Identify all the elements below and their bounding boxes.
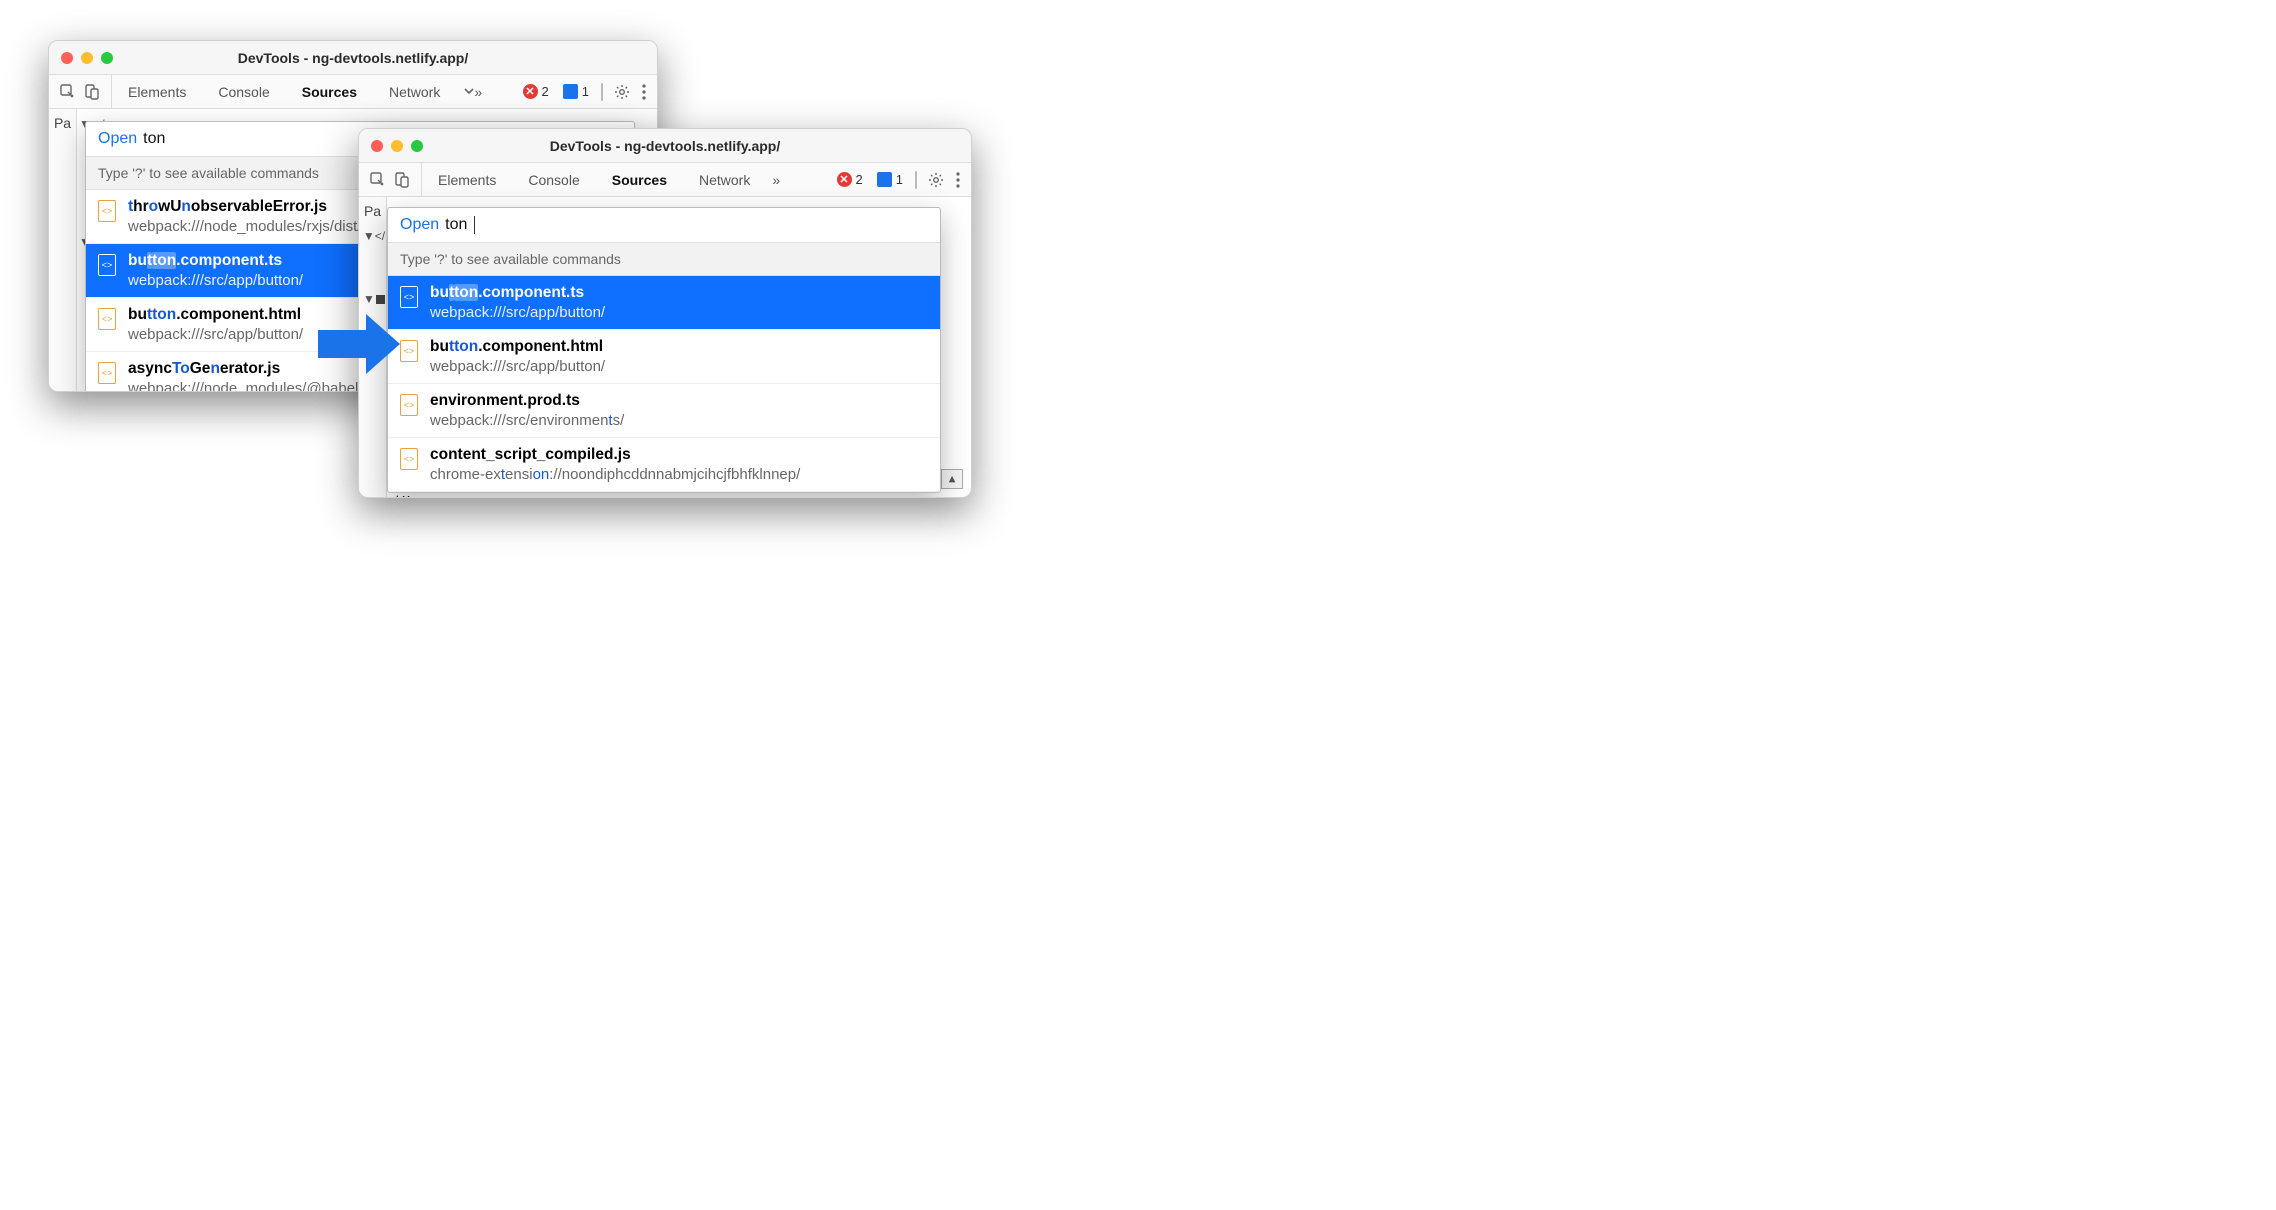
error-count: 2 [856,172,863,187]
open-label: Open [400,216,439,234]
more-tabs-icon[interactable]: » [456,84,488,100]
tab-network[interactable]: Network [683,163,766,196]
popup-search-input[interactable]: Open ton [388,208,940,242]
result-title: content_script_compiled.js [430,446,928,464]
error-badge[interactable]: ✕ 2 [521,84,551,99]
issues-badge[interactable]: 1 [875,172,905,187]
window-title: DevTools - ng-devtools.netlify.app/ [371,138,959,154]
file-icon: <> [400,394,418,416]
tab-elements[interactable]: Elements [112,75,202,108]
divider [915,171,917,189]
inspect-icon[interactable] [369,171,387,189]
search-result[interactable]: <> content_script_compiled.js chrome-exten… [388,438,940,492]
tab-elements[interactable]: Elements [422,163,512,196]
search-result[interactable]: <> button.component.ts webpack:///src/app/… [388,276,940,330]
file-icon: <> [98,362,116,384]
text-cursor [474,216,475,234]
left-panel-tab[interactable]: Pa [49,109,77,391]
result-title: environment.prod.ts [430,392,928,410]
titlebar: DevTools - ng-devtools.netlify.app/ [49,41,657,75]
issues-count: 1 [896,172,903,187]
issues-badge[interactable]: 1 [561,84,591,99]
popup-hint: Type '?' to see available commands [388,242,940,276]
result-title: button.component.ts [430,284,928,302]
tab-console[interactable]: Console [512,163,595,196]
window-title: DevTools - ng-devtools.netlify.app/ [61,50,645,66]
result-path: webpack:///src/app/button/ [430,304,928,321]
close-icon[interactable] [61,52,73,64]
zoom-icon[interactable] [101,52,113,64]
titlebar: DevTools - ng-devtools.netlify.app/ [359,129,971,163]
result-path: webpack:///src/app/button/ [430,358,928,375]
tab-console[interactable]: Console [202,75,285,108]
error-count: 2 [542,84,549,99]
minimize-icon[interactable] [391,140,403,152]
file-icon: <> [98,254,116,276]
error-icon: ✕ [837,172,852,187]
traffic-lights [61,52,113,64]
close-icon[interactable] [371,140,383,152]
error-badge[interactable]: ✕ 2 [835,172,865,187]
device-toggle-icon[interactable] [83,83,101,101]
drawer-toggle-icon[interactable]: ▲ [941,469,963,489]
result-path: chrome-extension://noondiphcddnnabmjcihc… [430,466,928,483]
traffic-lights [371,140,423,152]
gear-icon[interactable] [613,83,631,101]
issues-count: 1 [582,84,589,99]
file-icon: <> [400,448,418,470]
arrow-icon [318,314,400,374]
minimize-icon[interactable] [81,52,93,64]
toolbar: Elements Console Sources Network » ✕ 2 1 [359,163,971,197]
tab-network[interactable]: Network [373,75,456,108]
divider [601,83,603,101]
search-query: ton [445,216,467,234]
open-file-popup: Open ton Type '?' to see available comma… [387,207,941,493]
file-icon: <> [98,308,116,330]
tab-sources[interactable]: Sources [596,163,683,196]
file-icon: <> [400,286,418,308]
kebab-menu-icon[interactable] [641,83,647,101]
issues-icon [877,172,892,187]
error-icon: ✕ [523,84,538,99]
issues-icon [563,84,578,99]
toolbar: Elements Console Sources Network » ✕ 2 1 [49,75,657,109]
open-label: Open [98,130,137,148]
search-result[interactable]: <> button.component.html webpack:///src/ap… [388,330,940,384]
device-toggle-icon[interactable] [393,171,411,189]
zoom-icon[interactable] [411,140,423,152]
search-result[interactable]: <> environment.prod.ts webpack:///src/envi… [388,384,940,438]
more-tabs-icon[interactable]: » [766,172,786,188]
tab-sources[interactable]: Sources [286,75,373,108]
navigator-tree: ▼</ ▼ [361,225,387,311]
kebab-menu-icon[interactable] [955,171,961,189]
devtools-window-after: DevTools - ng-devtools.netlify.app/ Elem… [358,128,972,498]
search-query: ton [143,130,165,148]
gear-icon[interactable] [927,171,945,189]
file-icon: <> [98,200,116,222]
file-icon: <> [400,340,418,362]
result-path: webpack:///src/environments/ [430,412,928,429]
inspect-icon[interactable] [59,83,77,101]
result-title: button.component.html [430,338,928,356]
